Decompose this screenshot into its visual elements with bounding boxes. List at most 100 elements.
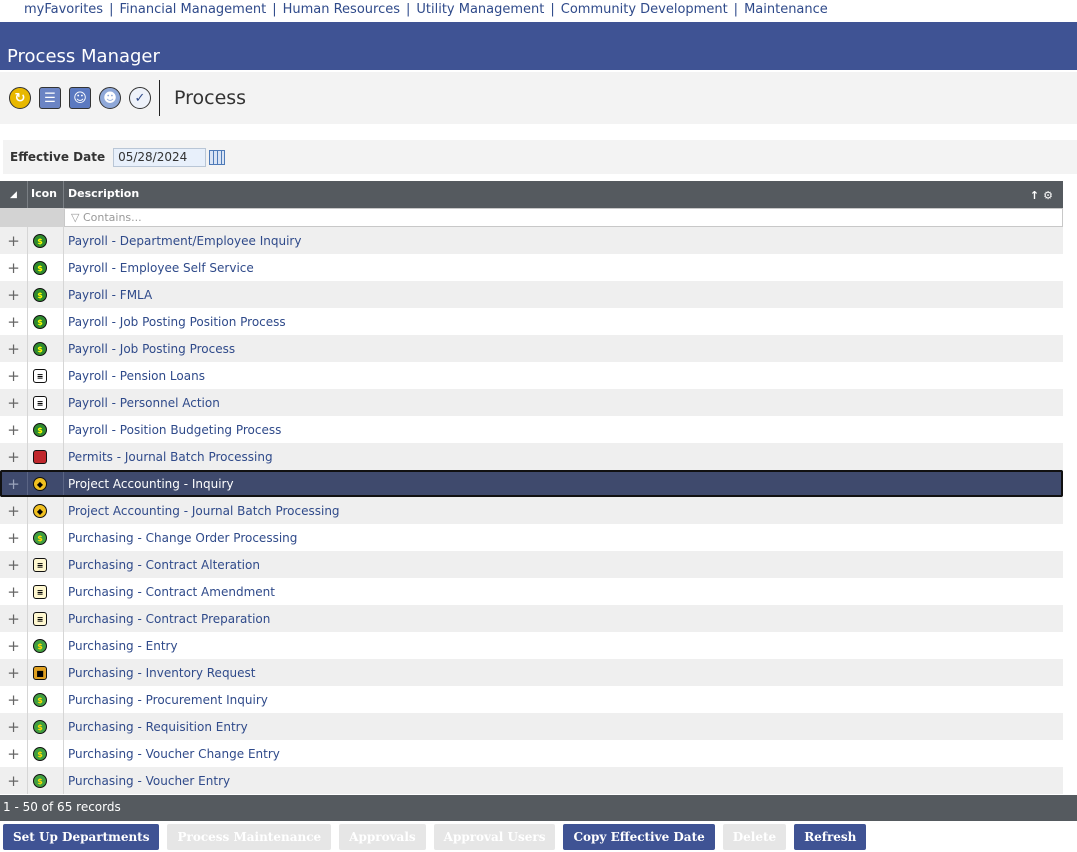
calendar-list-icon[interactable]: ☰ xyxy=(39,87,61,109)
table-row[interactable]: + ≡ Payroll - Pension Loans xyxy=(0,362,1063,389)
table-row[interactable]: + $ Payroll - Position Budgeting Process xyxy=(0,416,1063,443)
expand-row-icon[interactable]: + xyxy=(0,308,28,335)
row-description-link[interactable]: Purchasing - Entry xyxy=(64,639,1063,653)
row-description-link[interactable]: Payroll - FMLA xyxy=(64,288,1063,302)
row-description-link[interactable]: Payroll - Job Posting Position Process xyxy=(64,315,1063,329)
expand-row-icon[interactable]: + xyxy=(0,686,28,713)
expand-row-icon[interactable]: + xyxy=(0,524,28,551)
process-maintenance-button[interactable]: Process Maintenance xyxy=(167,824,332,850)
row-description-link[interactable]: Project Accounting - Journal Batch Proce… xyxy=(64,504,1063,518)
table-row[interactable]: + ◆ Project Accounting - Inquiry xyxy=(0,470,1063,497)
effective-date-input[interactable] xyxy=(113,147,207,167)
effective-date-bar: Effective Date xyxy=(3,140,1077,174)
expand-row-icon[interactable]: + xyxy=(0,389,28,416)
sort-ascending-icon[interactable]: ↑ xyxy=(1030,189,1043,202)
expand-row-icon[interactable]: + xyxy=(0,416,28,443)
calendar-icon[interactable] xyxy=(209,149,226,165)
table-row[interactable]: + $ Purchasing - Voucher Change Entry xyxy=(0,740,1063,767)
nav-link-human-resources[interactable]: Human Resources xyxy=(283,2,400,17)
expand-row-icon[interactable]: + xyxy=(0,227,28,254)
description-filter-input[interactable]: ▽ Contains... xyxy=(64,208,1063,227)
row-description-link[interactable]: Purchasing - Change Order Processing xyxy=(64,531,1063,545)
expand-row-icon[interactable]: + xyxy=(0,713,28,740)
row-description-link[interactable]: Project Accounting - Inquiry xyxy=(64,477,1063,491)
nav-link-community-development[interactable]: Community Development xyxy=(561,2,728,17)
expand-row-icon[interactable]: + xyxy=(0,605,28,632)
copy-effective-date-button[interactable]: Copy Effective Date xyxy=(563,824,715,850)
row-description-link[interactable]: Permits - Journal Batch Processing xyxy=(64,450,1063,464)
nav-link-myfavorites[interactable]: myFavorites xyxy=(24,2,103,17)
table-row[interactable]: + $ Payroll - Department/Employee Inquiry xyxy=(0,227,1063,254)
nav-link-utility-management[interactable]: Utility Management xyxy=(416,2,544,17)
table-row[interactable]: + $ Payroll - Job Posting Process xyxy=(0,335,1063,362)
row-icon-cell: ≡ xyxy=(28,605,64,632)
user-search-icon[interactable]: ☻ xyxy=(99,87,121,109)
table-row[interactable]: + ≡ Purchasing - Contract Amendment xyxy=(0,578,1063,605)
contract-icon: ≡ xyxy=(33,584,47,599)
payroll-icon: $ xyxy=(33,314,47,329)
row-description-link[interactable]: Payroll - Personnel Action xyxy=(64,396,1063,410)
row-description-link[interactable]: Purchasing - Requisition Entry xyxy=(64,720,1063,734)
row-description-link[interactable]: Payroll - Pension Loans xyxy=(64,369,1063,383)
expand-row-icon[interactable]: + xyxy=(0,470,28,497)
set-up-departments-button[interactable]: Set Up Departments xyxy=(3,824,160,850)
approval-users-button[interactable]: Approval Users xyxy=(433,824,556,850)
expand-row-icon[interactable]: + xyxy=(0,740,28,767)
table-row[interactable]: + $ Payroll - Employee Self Service xyxy=(0,254,1063,281)
table-row[interactable]: + $ Purchasing - Change Order Processing xyxy=(0,524,1063,551)
approvals-button[interactable]: Approvals xyxy=(339,824,426,850)
purchasing-icon: $ xyxy=(33,719,47,734)
page-title-bar: Process Manager xyxy=(0,22,1077,70)
expand-row-icon[interactable]: + xyxy=(0,551,28,578)
table-row[interactable]: + ■ Purchasing - Inventory Request xyxy=(0,659,1063,686)
table-row[interactable]: + $ Payroll - Job Posting Position Process xyxy=(0,308,1063,335)
delete-button[interactable]: Delete xyxy=(722,824,787,850)
book-icon: ≡ xyxy=(33,395,47,410)
table-row[interactable]: + $ Purchasing - Voucher Entry xyxy=(0,767,1063,794)
row-description-link[interactable]: Purchasing - Inventory Request xyxy=(64,666,1063,680)
expand-row-icon[interactable]: + xyxy=(0,362,28,389)
row-description-link[interactable]: Purchasing - Voucher Change Entry xyxy=(64,747,1063,761)
expand-row-icon[interactable]: + xyxy=(0,578,28,605)
people-icon[interactable]: ☺ xyxy=(69,87,91,109)
expand-row-icon[interactable]: + xyxy=(0,443,28,470)
row-description-link[interactable]: Payroll - Job Posting Process xyxy=(64,342,1063,356)
project-icon: ◆ xyxy=(33,503,47,518)
column-header-description[interactable]: Description ↑⚙ xyxy=(64,181,1063,208)
expand-row-icon[interactable]: + xyxy=(0,632,28,659)
row-description-link[interactable]: Payroll - Position Budgeting Process xyxy=(64,423,1063,437)
approve-icon[interactable]: ✓ xyxy=(129,87,151,109)
table-row[interactable]: + $ Purchasing - Procurement Inquiry xyxy=(0,686,1063,713)
nav-link-financial-management[interactable]: Financial Management xyxy=(119,2,266,17)
table-row[interactable]: + ◆ Project Accounting - Journal Batch Pro… xyxy=(0,497,1063,524)
expand-row-icon[interactable]: + xyxy=(0,497,28,524)
column-header-icon[interactable]: Icon xyxy=(28,181,64,208)
table-row[interactable]: + ≡ Payroll - Personnel Action xyxy=(0,389,1063,416)
row-description-link[interactable]: Purchasing - Contract Alteration xyxy=(64,558,1063,572)
refresh-button[interactable]: Refresh xyxy=(794,824,867,850)
expand-row-icon[interactable]: + xyxy=(0,335,28,362)
row-icon-cell: $ xyxy=(28,632,64,659)
expand-row-icon[interactable]: + xyxy=(0,281,28,308)
table-row[interactable]: + $ Purchasing - Requisition Entry xyxy=(0,713,1063,740)
settings-gear-icon[interactable]: ⚙ xyxy=(1043,189,1057,202)
expand-all-icon[interactable]: ◢ xyxy=(0,181,28,208)
expand-row-icon[interactable]: + xyxy=(0,767,28,794)
row-description-link[interactable]: Payroll - Employee Self Service xyxy=(64,261,1063,275)
expand-row-icon[interactable]: + xyxy=(0,254,28,281)
toolbar-divider xyxy=(159,80,160,116)
row-description-link[interactable]: Payroll - Department/Employee Inquiry xyxy=(64,234,1063,248)
row-description-link[interactable]: Purchasing - Procurement Inquiry xyxy=(64,693,1063,707)
nav-link-maintenance[interactable]: Maintenance xyxy=(744,2,828,17)
table-row[interactable]: + ≡ Purchasing - Contract Preparation xyxy=(0,605,1063,632)
inventory-icon: ■ xyxy=(33,665,47,680)
table-row[interactable]: + ≡ Purchasing - Contract Alteration xyxy=(0,551,1063,578)
table-row[interactable]: + Permits - Journal Batch Processing xyxy=(0,443,1063,470)
row-description-link[interactable]: Purchasing - Contract Preparation xyxy=(64,612,1063,626)
refresh-icon[interactable]: ↻ xyxy=(9,87,31,109)
row-description-link[interactable]: Purchasing - Contract Amendment xyxy=(64,585,1063,599)
expand-row-icon[interactable]: + xyxy=(0,659,28,686)
table-row[interactable]: + $ Purchasing - Entry xyxy=(0,632,1063,659)
row-description-link[interactable]: Purchasing - Voucher Entry xyxy=(64,774,1063,788)
table-row[interactable]: + $ Payroll - FMLA xyxy=(0,281,1063,308)
